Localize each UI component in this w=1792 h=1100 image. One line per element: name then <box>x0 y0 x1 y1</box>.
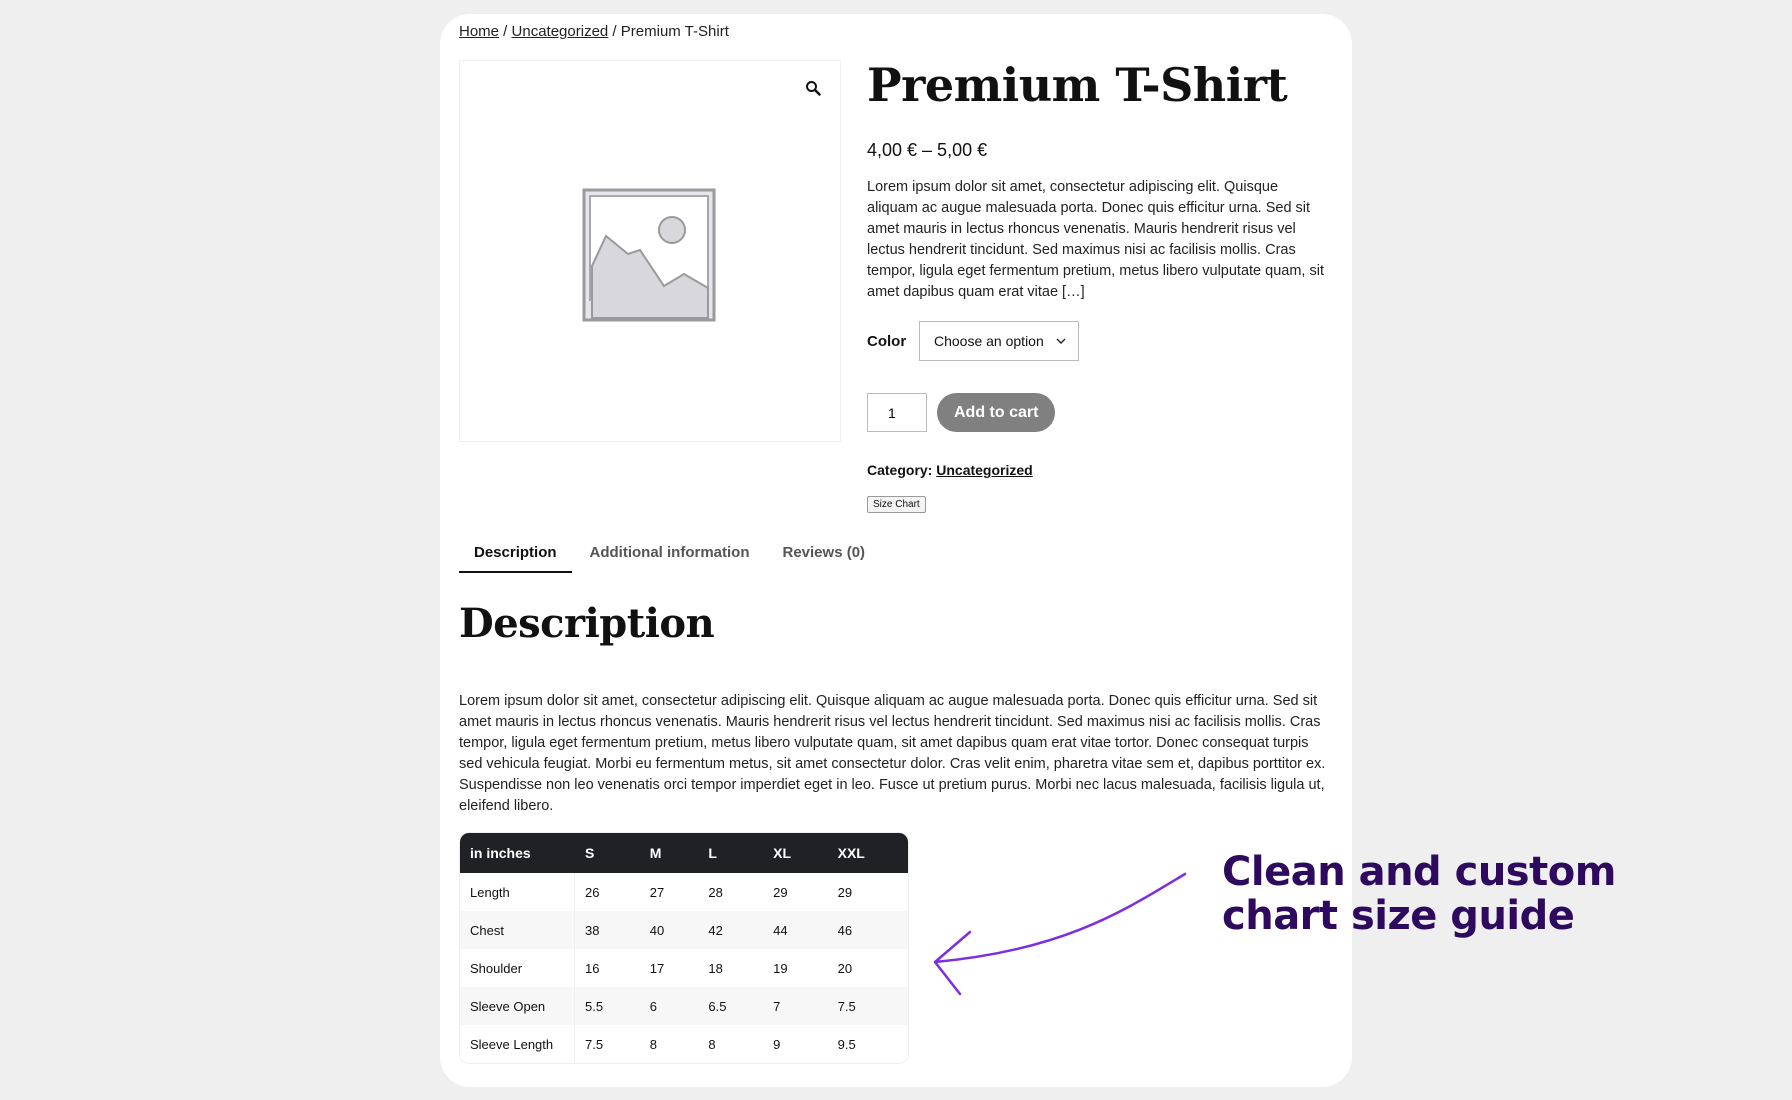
table-cell: 17 <box>649 960 665 976</box>
breadcrumb-separator: / <box>499 23 512 40</box>
variation-row: Color Choose an option <box>867 321 1327 361</box>
table-cell: 38 <box>575 911 640 949</box>
table-row: Sleeve Length 7.5 8 8 9 9.5 <box>460 1025 908 1063</box>
size-table-header: L <box>698 833 764 873</box>
tab-additional-information[interactable]: Additional information <box>575 544 765 573</box>
callout-line-1: Clean and custom <box>1222 849 1616 895</box>
size-table-header: XXL <box>827 833 908 873</box>
product-gallery[interactable] <box>459 60 841 442</box>
table-row-label: Length <box>460 873 575 911</box>
table-cell: 42 <box>698 911 764 949</box>
image-placeholder-icon <box>582 188 716 322</box>
table-row: Sleeve Open 5.5 6 6.5 7 7.5 <box>460 987 908 1025</box>
table-cell: 20 <box>837 960 853 976</box>
breadcrumb-separator: / <box>608 23 621 40</box>
breadcrumb: Home / Uncategorized / Premium T-Shirt <box>459 23 729 40</box>
table-row: Shoulder 16 17 18 19 20 <box>460 949 908 987</box>
variation-label: Color <box>867 332 907 350</box>
table-row-label: Sleeve Open <box>460 987 575 1025</box>
table-cell: 16 <box>585 960 600 976</box>
table-row-label: Chest <box>460 911 575 949</box>
description-body: Lorem ipsum dolor sit amet, consectetur … <box>459 693 1326 814</box>
product-price: 4,00 € – 5,00 € <box>867 140 988 160</box>
table-cell: 40 <box>639 911 699 949</box>
table-cell: 9 <box>773 1036 781 1052</box>
curved-arrow-icon <box>933 872 1187 996</box>
callout-line-2: chart size guide <box>1222 893 1575 939</box>
size-table-header: XL <box>763 833 828 873</box>
size-table-header: M <box>639 833 699 873</box>
quantity-input[interactable] <box>867 393 927 432</box>
color-select[interactable]: Choose an option <box>919 321 1079 361</box>
breadcrumb-category-link[interactable]: Uncategorized <box>512 23 609 40</box>
table-cell: 28 <box>708 884 723 900</box>
size-table-header: S <box>575 833 640 873</box>
promo-callout: Clean and custom chart size guide <box>1222 850 1616 938</box>
size-table-header-row: in inches S M L XL XXL <box>460 833 908 873</box>
table-cell: 27 <box>649 884 665 900</box>
table-cell: 19 <box>773 960 788 976</box>
breadcrumb-current: Premium T-Shirt <box>620 23 729 40</box>
breadcrumb-home-link[interactable]: Home <box>459 23 499 40</box>
table-cell: 5.5 <box>575 987 640 1025</box>
category-label: Category: <box>867 462 933 478</box>
product-category: Category: Uncategorized <box>867 462 1327 478</box>
tab-description[interactable]: Description <box>459 544 572 573</box>
size-chart-table: in inches S M L XL XXL Length 26 27 28 2… <box>459 832 909 1064</box>
table-cell: 26 <box>585 884 600 900</box>
table-cell: 44 <box>763 911 828 949</box>
table-cell: 8 <box>649 1036 657 1052</box>
table-row: Length 26 27 28 29 29 <box>460 873 908 911</box>
table-cell: 18 <box>708 960 723 976</box>
table-row-label: Shoulder <box>460 949 575 987</box>
add-to-cart-row: Add to cart <box>867 393 1327 432</box>
description-heading: Description <box>459 600 715 647</box>
table-cell: 7.5 <box>585 1036 604 1052</box>
add-to-cart-button[interactable]: Add to cart <box>937 393 1056 432</box>
table-cell: 7.5 <box>827 987 908 1025</box>
product-tabs: Description Additional information Revie… <box>459 544 883 573</box>
product-title: Premium T-Shirt <box>867 58 1288 112</box>
chevron-down-icon <box>1056 338 1066 344</box>
tab-reviews[interactable]: Reviews (0) <box>768 544 881 573</box>
table-cell: 9.5 <box>837 1036 856 1052</box>
table-cell: 29 <box>837 884 853 900</box>
table-cell: 29 <box>773 884 788 900</box>
size-chart-button[interactable]: Size Chart <box>867 496 926 513</box>
size-table-header: in inches <box>460 833 575 873</box>
table-cell: 7 <box>763 987 828 1025</box>
zoom-button[interactable] <box>802 77 824 99</box>
table-cell: 6 <box>639 987 699 1025</box>
category-link[interactable]: Uncategorized <box>936 462 1032 478</box>
table-cell: 46 <box>827 911 908 949</box>
table-row-label: Sleeve Length <box>460 1025 575 1063</box>
table-cell: 6.5 <box>698 987 764 1025</box>
product-summary: Premium T-Shirt 4,00 € – 5,00 € Lorem ip… <box>867 58 1327 513</box>
magnifier-icon <box>806 81 821 96</box>
table-row: Chest 38 40 42 44 46 <box>460 911 908 949</box>
table-cell: 8 <box>708 1036 716 1052</box>
color-select-value: Choose an option <box>934 333 1044 349</box>
product-short-description: Lorem ipsum dolor sit amet, consectetur … <box>867 179 1324 300</box>
product-card: Home / Uncategorized / Premium T-Shirt P… <box>440 14 1352 1087</box>
